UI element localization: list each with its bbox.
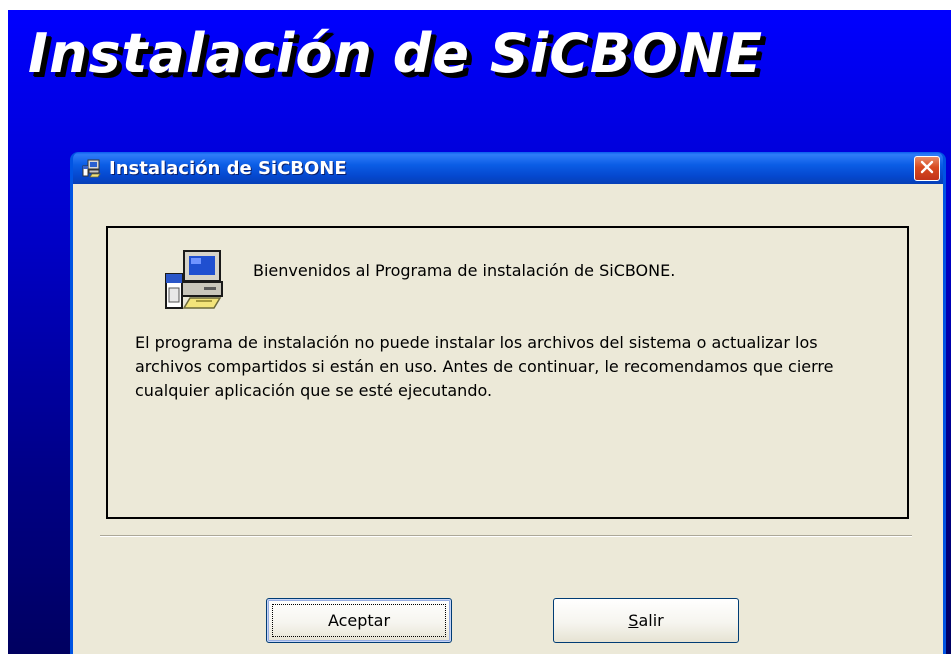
- setup-computer-icon: [81, 157, 103, 179]
- dialog-title: Instalación de SiCBONE: [109, 157, 347, 179]
- close-icon: [920, 159, 934, 178]
- dialog-titlebar[interactable]: Instalación de SiCBONE: [73, 152, 943, 184]
- setup-dialog: Instalación de SiCBONE Bienvenidos al Pr…: [70, 152, 946, 654]
- salir-label-rest: alir: [638, 611, 664, 630]
- banner-title: Instalación de SiCBONE: [28, 22, 763, 85]
- salir-mnemonic: S: [628, 611, 639, 630]
- notice-text: El programa de instalación no puede inst…: [135, 333, 834, 400]
- aceptar-button-label: Aceptar: [327, 611, 391, 630]
- setup-computer-icon: [165, 250, 223, 309]
- aceptar-button[interactable]: Aceptar: [266, 598, 452, 643]
- separator-line: [100, 535, 912, 537]
- salir-button[interactable]: Salir: [553, 598, 739, 643]
- welcome-text: Bienvenidos al Programa de instalación d…: [253, 261, 676, 280]
- salir-button-label: Salir: [628, 611, 663, 630]
- message-panel: Bienvenidos al Programa de instalación d…: [106, 226, 909, 519]
- dialog-client-area: Bienvenidos al Programa de instalación d…: [73, 184, 943, 654]
- close-button[interactable]: [914, 156, 940, 181]
